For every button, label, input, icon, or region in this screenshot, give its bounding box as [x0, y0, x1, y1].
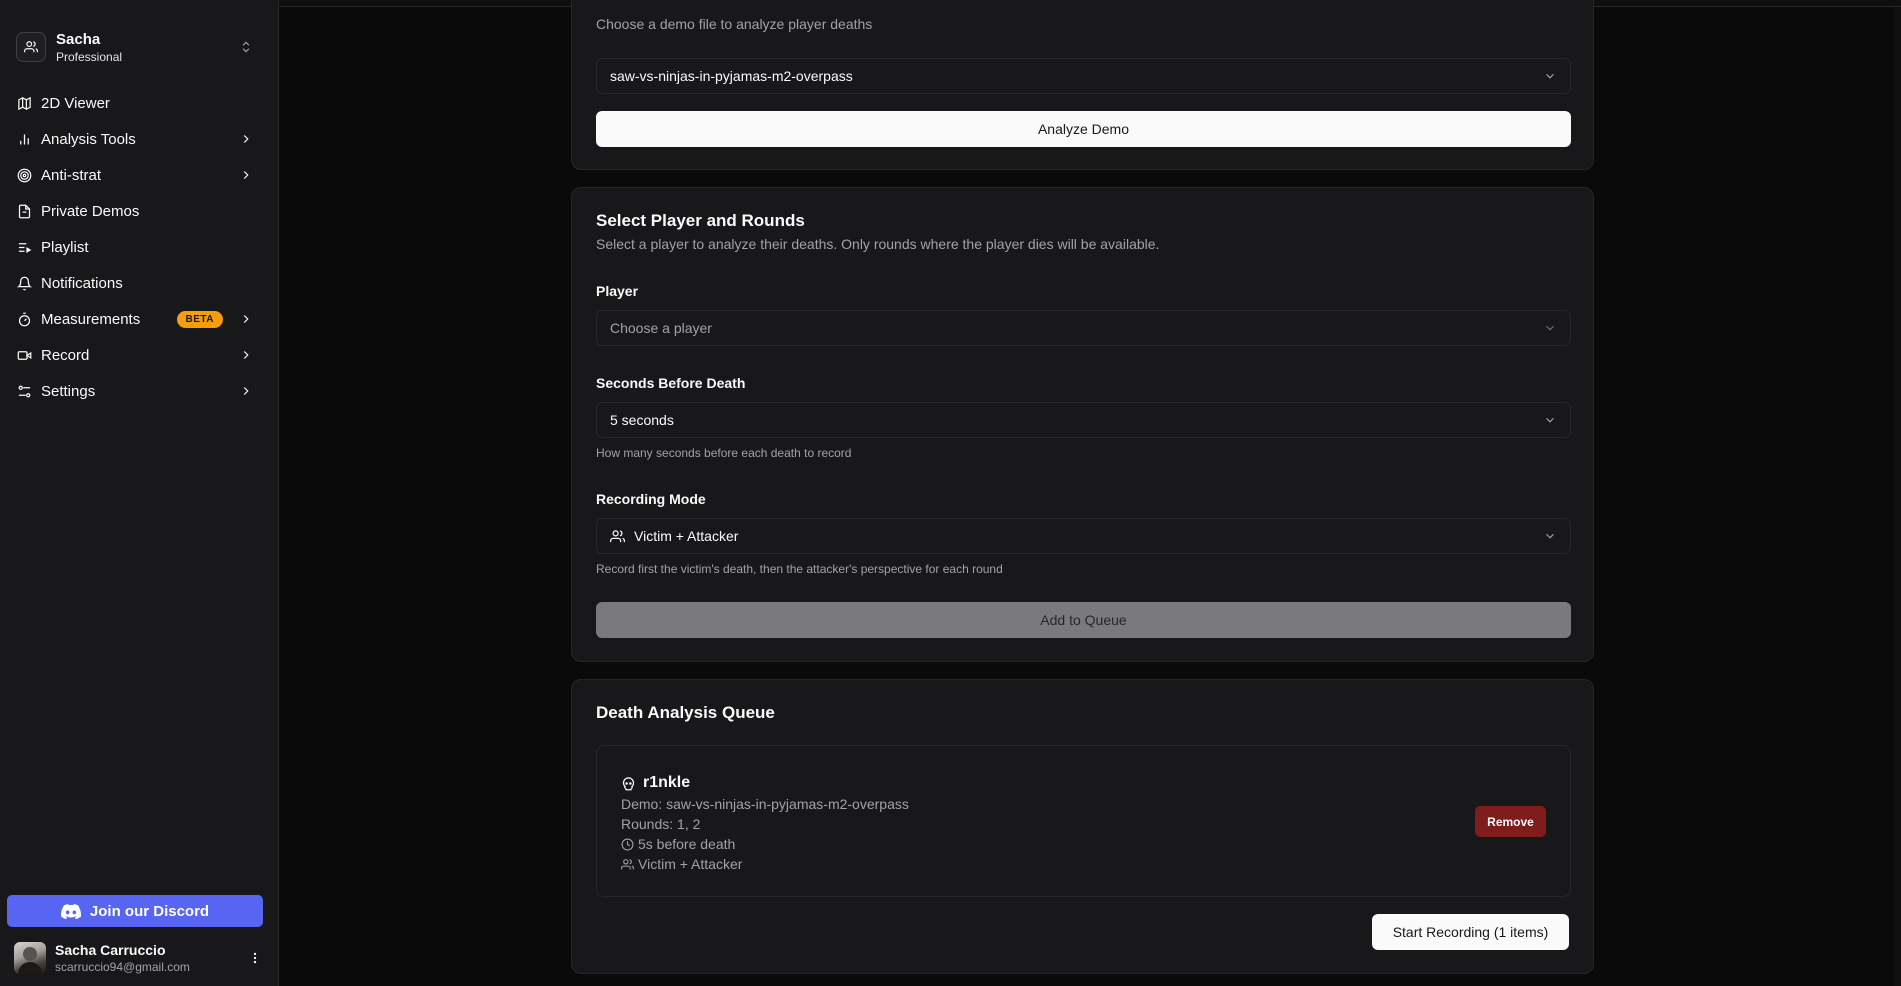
sidebar-item-label: Playlist: [41, 238, 89, 256]
demo-card-description: Choose a demo file to analyze player dea…: [596, 16, 873, 32]
bell-icon: [16, 275, 32, 291]
sidebar-item-label: Record: [41, 346, 90, 364]
start-recording-button[interactable]: Start Recording (1 items): [1372, 914, 1569, 950]
user-profile[interactable]: Sacha Carruccio scarruccio94@gmail.com: [14, 940, 263, 976]
chevron-down-icon: [1546, 417, 1554, 423]
map-icon: [16, 95, 32, 111]
sidebar-item-label: Anti-strat: [41, 166, 102, 184]
sidebar: Sacha Professional 2D Viewer Analysis To…: [0, 0, 279, 986]
sidebar-item-playlist[interactable]: Playlist: [8, 229, 261, 265]
remove-button[interactable]: Remove: [1475, 806, 1546, 837]
recording-mode-select[interactable]: Victim + Attacker: [596, 518, 1571, 554]
sidebar-item-private-demos[interactable]: Private Demos: [8, 193, 261, 229]
chevron-down-icon: [1546, 533, 1554, 539]
sidebar-item-label: Analysis Tools: [41, 130, 136, 148]
file-icon: [16, 203, 32, 219]
player-label: Player: [596, 283, 639, 299]
sidebar-nav: 2D Viewer Analysis Tools Anti-strat Priv…: [8, 85, 261, 409]
playlist-icon: [16, 239, 32, 255]
scrollbar[interactable]: [1894, 7, 1901, 986]
player-select[interactable]: Choose a player: [596, 310, 1571, 346]
video-icon: [16, 347, 32, 363]
death-analysis-queue-card: Death Analysis Queue r1nkle Demo: saw-vs…: [571, 679, 1594, 974]
workspace-switcher[interactable]: Sacha Professional: [8, 22, 261, 72]
clock-icon: [621, 838, 634, 850]
queue-item-player: r1nkle: [643, 774, 691, 791]
more-vertical-icon[interactable]: [247, 950, 263, 966]
sidebar-item-measurements[interactable]: Measurements BETA: [8, 301, 261, 337]
player-card-title: Select Player and Rounds: [596, 211, 805, 230]
queue-item-demo: Demo: saw-vs-ninjas-in-pyjamas-m2-overpa…: [621, 796, 909, 812]
chevron-right-icon: [243, 135, 249, 143]
sidebar-item-anti-strat[interactable]: Anti-strat: [8, 157, 261, 193]
sidebar-item-record[interactable]: Record: [8, 337, 261, 373]
player-card-description: Select a player to analyze their deaths.…: [596, 236, 1160, 252]
seconds-before-death-select[interactable]: 5 seconds: [596, 402, 1571, 438]
sidebar-item-2d-viewer[interactable]: 2D Viewer: [8, 85, 261, 121]
demo-selection-card: Choose a demo file to analyze player dea…: [571, 0, 1594, 170]
chevrons-up-down-icon: [242, 41, 250, 53]
sidebar-item-notifications[interactable]: Notifications: [8, 265, 261, 301]
join-discord-label: Join our Discord: [89, 902, 210, 920]
demo-select[interactable]: saw-vs-ninjas-in-pyjamas-m2-overpass: [596, 58, 1571, 94]
skull-icon: [622, 776, 635, 790]
queue-item-rounds: Rounds: 1, 2: [621, 816, 701, 832]
queue-item: r1nkle Demo: saw-vs-ninjas-in-pyjamas-m2…: [596, 745, 1571, 897]
chevron-right-icon: [243, 387, 249, 395]
queue-title: Death Analysis Queue: [596, 703, 775, 722]
user-email: scarruccio94@gmail.com: [55, 960, 190, 974]
chevron-right-icon: [243, 315, 249, 323]
sidebar-item-label: Measurements: [41, 310, 141, 328]
recording-mode-help-text: Record first the victim's death, then th…: [596, 562, 1003, 576]
seconds-select-value: 5 seconds: [610, 412, 674, 428]
workspace-name: Sacha: [56, 30, 101, 48]
chevron-right-icon: [243, 351, 249, 359]
app-root: Sacha Professional 2D Viewer Analysis To…: [0, 0, 1901, 986]
sidebar-item-label: Private Demos: [41, 202, 140, 220]
queue-item-mode: Victim + Attacker: [638, 856, 743, 872]
timer-icon: [16, 311, 32, 327]
workspace-user-icon: [16, 32, 46, 62]
player-rounds-card: Select Player and Rounds Select a player…: [571, 187, 1594, 662]
chevron-down-icon: [1546, 73, 1554, 79]
sliders-icon: [16, 383, 32, 399]
avatar: [14, 942, 46, 974]
seconds-help-text: How many seconds before each death to re…: [596, 446, 852, 460]
join-discord-button[interactable]: Join our Discord: [7, 895, 263, 927]
discord-icon: [60, 903, 81, 919]
target-icon: [16, 167, 32, 183]
chevron-down-icon: [1546, 325, 1554, 331]
queue-item-seconds: 5s before death: [638, 836, 736, 852]
player-select-placeholder: Choose a player: [610, 320, 712, 336]
sidebar-item-label: Settings: [41, 382, 96, 400]
sidebar-item-analysis-tools[interactable]: Analysis Tools: [8, 121, 261, 157]
sidebar-item-label: 2D Viewer: [41, 94, 110, 112]
beta-badge: BETA: [176, 310, 223, 328]
users-icon: [610, 529, 625, 542]
seconds-before-death-label: Seconds Before Death: [596, 375, 746, 391]
user-name: Sacha Carruccio: [55, 942, 166, 958]
add-to-queue-button[interactable]: Add to Queue: [596, 602, 1571, 638]
chevron-right-icon: [243, 171, 249, 179]
workspace-plan: Professional: [56, 49, 123, 64]
users-icon: [621, 858, 634, 869]
recording-mode-value: Victim + Attacker: [634, 528, 739, 544]
sidebar-item-settings[interactable]: Settings: [8, 373, 261, 409]
demo-select-value: saw-vs-ninjas-in-pyjamas-m2-overpass: [610, 68, 853, 84]
recording-mode-label: Recording Mode: [596, 491, 706, 507]
analyze-demo-button[interactable]: Analyze Demo: [596, 111, 1571, 147]
bar-chart-icon: [16, 131, 32, 147]
sidebar-item-label: Notifications: [41, 274, 123, 292]
